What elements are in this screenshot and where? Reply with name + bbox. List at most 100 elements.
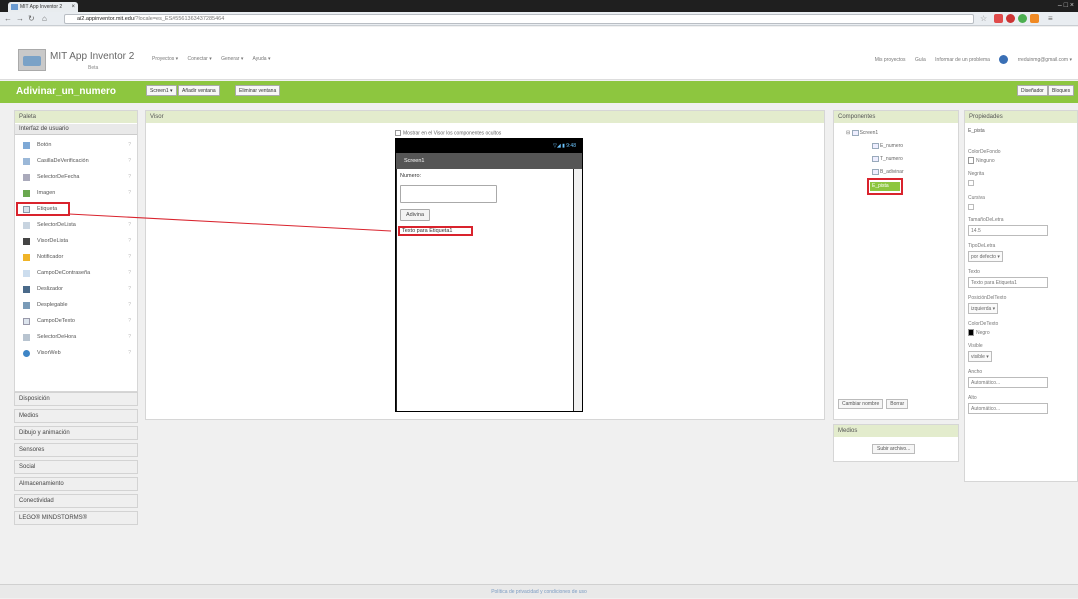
palette-item-notificador[interactable]: Notificador? — [17, 251, 135, 263]
prop-negrita-checkbox[interactable] — [968, 180, 974, 186]
prop-tamano-input[interactable]: 14.5 — [968, 225, 1048, 236]
palette-item-imagen[interactable]: Imagen? — [17, 187, 135, 199]
help-icon[interactable]: ? — [128, 267, 131, 279]
upload-button[interactable]: Subir archivo... — [872, 444, 916, 454]
remove-screen-button[interactable]: Eliminar ventana — [235, 85, 281, 96]
etiqueta-component[interactable]: Texto para Etiqueta1 — [398, 226, 473, 236]
help-icon[interactable]: ? — [128, 155, 131, 167]
prop-ancho-input[interactable]: Automático... — [968, 377, 1048, 388]
palette-item-casilla[interactable]: CasillaDeVerificación? — [17, 155, 135, 167]
prop-tipo-select[interactable]: por defecto ▾ — [968, 251, 1003, 262]
numero-textbox[interactable] — [400, 185, 497, 203]
help-icon[interactable]: ? — [128, 283, 131, 295]
help-icon[interactable]: ? — [128, 315, 131, 327]
checkbox-icon[interactable] — [395, 130, 401, 136]
help-icon[interactable]: ? — [128, 139, 131, 151]
prop-texto-input[interactable]: Texto para Etiqueta1 — [968, 277, 1048, 288]
screen-select-button[interactable]: Screen1 ▾ — [146, 85, 177, 96]
tree-item-e-numero[interactable]: E_numero — [872, 142, 903, 150]
help-icon[interactable]: ? — [128, 299, 131, 311]
menu-conectar[interactable]: Conectar ▾ — [188, 56, 212, 62]
help-icon[interactable]: ? — [128, 347, 131, 359]
palette-item-visor-lista[interactable]: VisorDeLista? — [17, 235, 135, 247]
close-icon[interactable]: × — [71, 2, 75, 12]
phone-scrollbar[interactable] — [574, 169, 582, 411]
add-screen-button[interactable]: Añadir ventana — [178, 85, 220, 96]
delete-button[interactable]: Borrar — [886, 399, 909, 409]
tree-item-t-numero[interactable]: T_numero — [872, 155, 903, 163]
palette-item-desplegable[interactable]: Desplegable? — [17, 299, 135, 311]
help-icon[interactable]: ? — [128, 331, 131, 343]
show-hidden-checkbox[interactable]: Mostrar en el Visor los componentes ocul… — [395, 130, 501, 136]
extension-icon[interactable] — [1006, 14, 1015, 23]
menu-generar[interactable]: Generar ▾ — [221, 56, 243, 62]
my-projects-link[interactable]: Mis proyectos — [875, 57, 906, 63]
help-icon[interactable]: ? — [128, 187, 131, 199]
help-icon[interactable]: ? — [128, 219, 131, 231]
textbox-icon — [872, 155, 879, 162]
drawer-social[interactable]: Social — [14, 460, 138, 474]
password-icon — [23, 270, 30, 277]
help-icon[interactable]: ? — [128, 251, 131, 263]
forward-icon[interactable]: → — [16, 14, 24, 24]
palette-section-ui[interactable]: Interfaz de usuario — [15, 124, 137, 135]
blocks-button[interactable]: Bloques — [1048, 85, 1075, 96]
window-controls[interactable]: – □ × — [1058, 0, 1074, 12]
account-menu[interactable]: rreduinmg@gmail.com ▾ — [1018, 57, 1072, 63]
drawer-lego[interactable]: LEGO® MINDSTORMS® — [14, 511, 138, 525]
drawer-conectividad[interactable]: Conectividad — [14, 494, 138, 508]
reload-icon[interactable]: ↻ — [28, 14, 35, 24]
palette-item-contrasena[interactable]: CampoDeContraseña? — [17, 267, 135, 279]
brand-title: MIT App Inventor 2 — [50, 51, 135, 62]
rss-icon[interactable] — [1030, 14, 1039, 23]
menu-icon[interactable]: ≡ — [1048, 14, 1053, 24]
prop-color-texto[interactable]: Negro — [968, 329, 990, 336]
star-icon[interactable]: ☆ — [980, 14, 987, 24]
drawer-almacenamiento[interactable]: Almacenamiento — [14, 477, 138, 491]
designer-button[interactable]: Diseñador — [1017, 85, 1048, 96]
extension-icon[interactable] — [1018, 14, 1027, 23]
prop-posicion-select[interactable]: izquierda ▾ — [968, 303, 999, 314]
help-icon[interactable]: ? — [128, 235, 131, 247]
palette-item-deslizador[interactable]: Deslizador? — [17, 283, 135, 295]
guide-link[interactable]: Guía — [915, 57, 926, 63]
prop-cursiva-checkbox[interactable] — [968, 204, 974, 210]
palette-item-visor-web[interactable]: VisorWeb? — [17, 347, 135, 359]
numero-label[interactable]: Numero: — [400, 173, 421, 179]
palette-item-selector-lista[interactable]: SelectorDeLista? — [17, 219, 135, 231]
drawer-medios[interactable]: Medios — [14, 409, 138, 423]
prop-alto-input[interactable]: Automático... — [968, 403, 1048, 414]
privacy-link[interactable]: Política de privacidad y condiciones de … — [491, 589, 587, 595]
app-inventor-logo-icon — [18, 49, 46, 71]
palette-item-campo-texto[interactable]: CampoDeTexto? — [17, 315, 135, 327]
menu-ayuda[interactable]: Ayuda ▾ — [252, 56, 270, 62]
textbox-icon — [23, 318, 30, 325]
report-problem-link[interactable]: Informar de un problema — [935, 57, 990, 63]
tree-item-b-adivinar[interactable]: B_adivinar — [872, 168, 904, 176]
adivina-button[interactable]: Adivina — [400, 209, 430, 221]
help-icon[interactable]: ? — [128, 171, 131, 183]
screen-icon — [851, 129, 859, 136]
prop-visible-select[interactable]: visible ▾ — [968, 351, 992, 362]
globe-icon[interactable] — [999, 55, 1009, 64]
tree-item-label: T_numero — [880, 156, 903, 162]
home-icon[interactable]: ⌂ — [42, 14, 47, 24]
tree-item-screen1[interactable]: ⊟ Screen1 — [846, 129, 878, 137]
tree-item-e-pista-selected[interactable]: E_pista — [867, 178, 903, 195]
prop-color-fondo[interactable]: Ninguno — [968, 157, 995, 164]
phone-status-bar: ▽◢ ▮ 9:48 — [396, 139, 582, 153]
rename-button[interactable]: Cambiar nombre — [838, 399, 884, 409]
browser-tab[interactable]: MIT App Inventor 2 × — [8, 2, 78, 12]
palette-item-etiqueta[interactable]: Etiqueta — [16, 202, 70, 216]
extension-icon[interactable] — [994, 14, 1003, 23]
palette-item-selector-fecha[interactable]: SelectorDeFecha? — [17, 171, 135, 183]
back-icon[interactable]: ← — [4, 14, 12, 24]
drawer-sensores[interactable]: Sensores — [14, 443, 138, 457]
palette-item-selector-hora[interactable]: SelectorDeHora? — [17, 331, 135, 343]
menu-proyectos[interactable]: Proyectos ▾ — [152, 56, 178, 62]
drawer-dibujo[interactable]: Dibujo y animación — [14, 426, 138, 440]
drawer-disposicion[interactable]: Disposición — [14, 392, 138, 406]
url-input[interactable]: ai2.appinventor.mit.edu/?locale=es_ES#55… — [64, 14, 974, 24]
palette-item-boton[interactable]: Botón? — [17, 139, 135, 151]
address-bar: ← → ↻ ⌂ ai2.appinventor.mit.edu/?locale=… — [0, 12, 1078, 26]
